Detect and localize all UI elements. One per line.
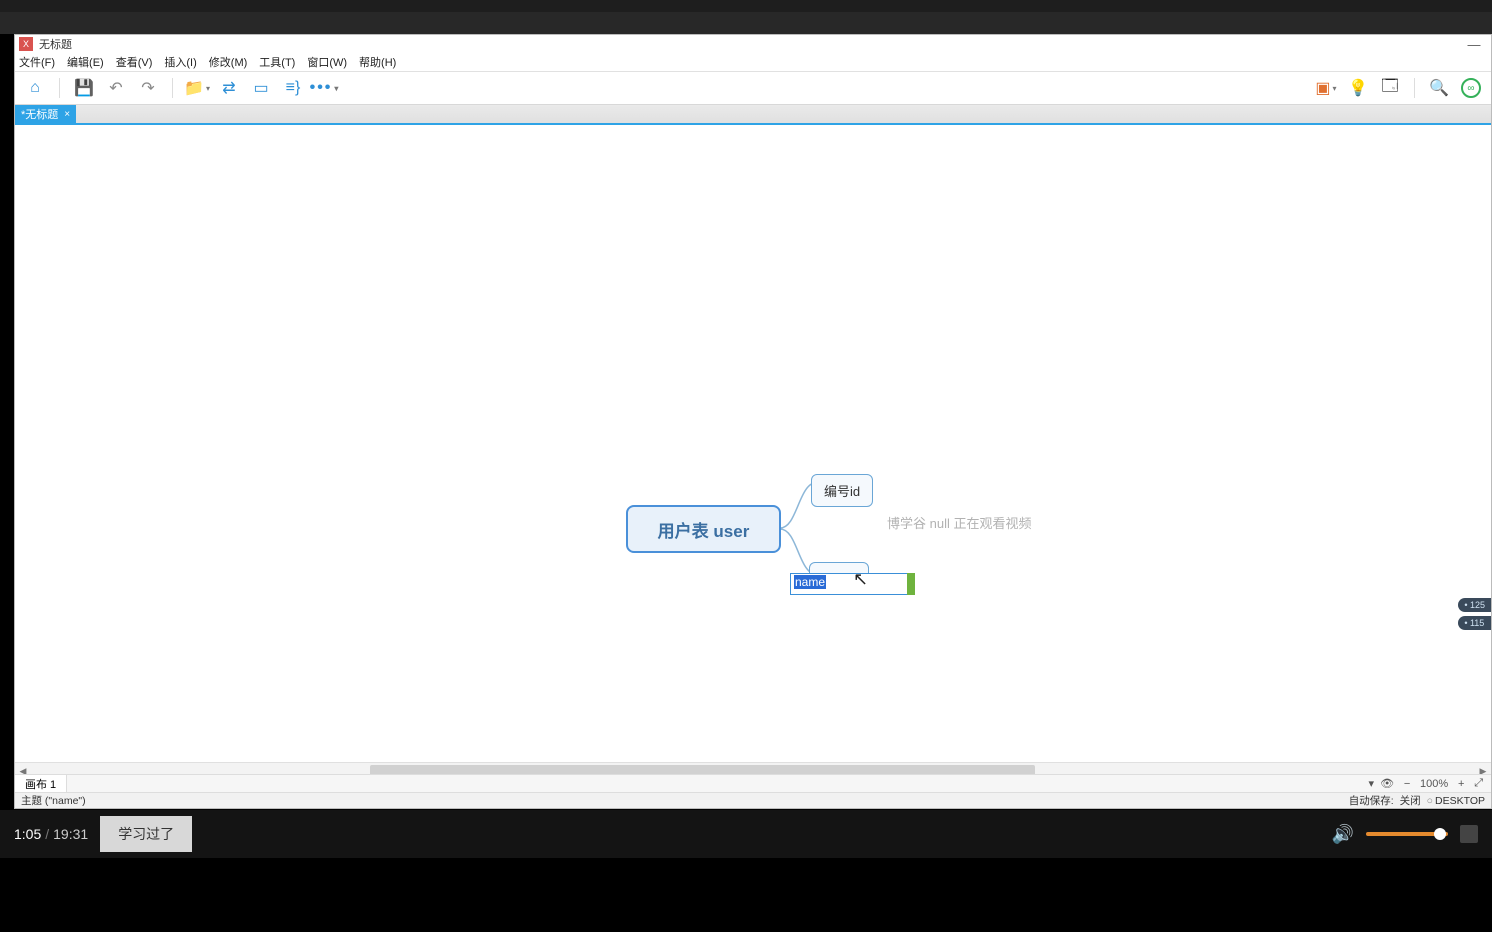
sheet-tab-label: 画布 1 xyxy=(25,779,56,791)
menu-insert[interactable]: 插入(I) xyxy=(164,54,196,70)
status-selection: 主题 ("name") xyxy=(21,793,86,808)
zoom-in-button[interactable]: + xyxy=(1454,778,1468,790)
relationship-button[interactable]: ⇄ xyxy=(215,75,243,101)
status-desktop: DESKTOP xyxy=(1435,795,1485,807)
boundary-button[interactable]: ▭ xyxy=(247,75,275,101)
autosave-label: 自动保存: xyxy=(1349,793,1394,808)
video-settings-button[interactable] xyxy=(1460,825,1478,843)
menu-edit[interactable]: 编辑(E) xyxy=(67,54,104,70)
xmind-window: X 无标题 — 文件(F) 编辑(E) 查看(V) 插入(I) 修改(M) 工具… xyxy=(14,34,1492,809)
subtopic-id[interactable]: 编号id xyxy=(811,474,873,507)
zoom-fit-icon[interactable]: ⤢ xyxy=(1474,777,1483,790)
titlebar: X 无标题 — xyxy=(15,35,1491,53)
theme-button[interactable]: 🗔 xyxy=(1376,75,1404,101)
floating-indicator: • 125 • 115 xyxy=(1458,598,1491,634)
menubar: 文件(F) 编辑(E) 查看(V) 插入(I) 修改(M) 工具(T) 窗口(W… xyxy=(15,53,1491,71)
home-button[interactable]: ⌂ xyxy=(21,75,49,101)
central-topic-text: 用户表 user xyxy=(658,517,750,542)
volume-knob[interactable] xyxy=(1434,828,1446,840)
watermark-text: 博学谷 null 正在观看视频 xyxy=(887,513,1031,532)
document-tab-active[interactable]: *无标题 × xyxy=(15,105,76,123)
central-topic[interactable]: 用户表 user xyxy=(626,505,781,553)
zoom-out-button[interactable]: − xyxy=(1400,778,1414,790)
more-dropdown[interactable]: ••• xyxy=(311,75,339,101)
document-tab-close[interactable]: × xyxy=(64,109,70,120)
canvas[interactable]: 用户表 user 编号id name 博学谷 null 正在观看视频 ↖ xyxy=(15,125,1491,762)
undo-button[interactable]: ↶ xyxy=(102,75,130,101)
outer-chrome-tabrow xyxy=(0,12,1492,34)
toolbar: ⌂ 💾 ↶ ↷ 📁 ⇄ ▭ ≡} ••• ▣ 💡 🗔 🔍 ∞ xyxy=(15,71,1491,105)
video-controls: 1:05/19:31 学习过了 🔊 xyxy=(0,810,1492,858)
share-icon: ∞ xyxy=(1461,78,1481,98)
sheetbar: 画布 1 ▾ 👁 − 100% + ⤢ xyxy=(15,774,1491,792)
menu-modify[interactable]: 修改(M) xyxy=(209,54,248,70)
share-button[interactable]: ∞ xyxy=(1457,75,1485,101)
menu-window[interactable]: 窗口(W) xyxy=(307,54,347,70)
float-tip-a: • 125 xyxy=(1458,598,1491,612)
summary-button[interactable]: ≡} xyxy=(279,75,307,101)
save-button[interactable]: 💾 xyxy=(70,75,98,101)
minimize-button[interactable]: — xyxy=(1461,37,1487,52)
topic-inline-editor[interactable]: name xyxy=(790,573,910,595)
volume-slider[interactable] xyxy=(1366,832,1448,836)
video-time: 1:05/19:31 xyxy=(14,826,88,842)
eye-icon[interactable]: 👁 xyxy=(1380,777,1394,790)
topic-inline-editor-handle[interactable] xyxy=(907,573,915,595)
menu-tools[interactable]: 工具(T) xyxy=(259,54,295,70)
window-title: 无标题 xyxy=(39,36,72,52)
menu-help[interactable]: 帮助(H) xyxy=(359,54,396,70)
float-tip-b: • 115 xyxy=(1458,616,1491,630)
video-bottom-area xyxy=(0,858,1492,932)
statusbar: 主题 ("name") 自动保存: 关闭 ○ DESKTOP xyxy=(15,792,1491,808)
app-icon: X xyxy=(19,37,33,51)
redo-button[interactable]: ↷ xyxy=(134,75,162,101)
zoom-value: 100% xyxy=(1420,778,1448,790)
topic-inline-editor-value: name xyxy=(794,575,826,589)
search-button[interactable]: 🔍 xyxy=(1425,75,1453,101)
video-time-total: 19:31 xyxy=(53,826,88,842)
learned-button[interactable]: 学习过了 xyxy=(100,816,192,852)
sheet-tab[interactable]: 画布 1 xyxy=(15,775,67,793)
autosave-state[interactable]: 关闭 xyxy=(1400,793,1421,808)
filter-icon[interactable]: ▾ xyxy=(1369,777,1375,790)
volume-icon[interactable]: 🔊 xyxy=(1332,824,1354,845)
menu-file[interactable]: 文件(F) xyxy=(19,54,55,70)
zoom-controls: ▾ 👁 − 100% + ⤢ xyxy=(1369,777,1491,790)
menu-view[interactable]: 查看(V) xyxy=(116,54,153,70)
open-dropdown[interactable]: 📁 xyxy=(183,75,211,101)
document-tab-label: *无标题 xyxy=(21,106,58,122)
presentation-dropdown[interactable]: ▣ xyxy=(1312,75,1340,101)
idea-button[interactable]: 💡 xyxy=(1344,75,1372,101)
subtopic-id-text: 编号id xyxy=(824,484,860,499)
video-time-current: 1:05 xyxy=(14,826,41,842)
document-tabstrip: *无标题 × xyxy=(15,105,1491,125)
